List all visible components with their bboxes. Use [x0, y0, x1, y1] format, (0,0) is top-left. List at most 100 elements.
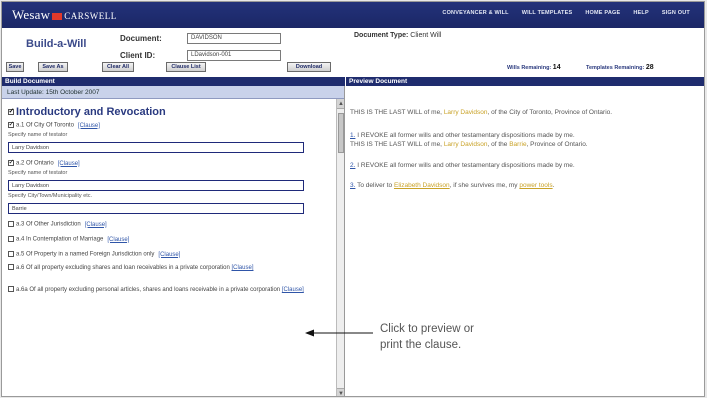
client-id-label: Client ID: [120, 51, 156, 60]
option-a1-checkbox[interactable] [8, 120, 14, 128]
option-a6a-clause-link[interactable]: [Clause] [282, 287, 304, 293]
option-a4-clause-link[interactable]: [Clause] [107, 237, 129, 243]
option-a4-label: a.4 In Contemplation of Marriage [16, 236, 104, 243]
section-title: Introductory and Revocation [8, 106, 166, 118]
preview-p5-number[interactable]: 3. [350, 182, 355, 189]
preview-p3-city: Barrie [509, 141, 527, 148]
preview-p3-text-a: THIS IS THE LAST WILL of me, [350, 141, 442, 148]
option-a6a-checkbox[interactable] [8, 286, 14, 293]
option-a6-checkbox[interactable] [8, 264, 14, 271]
document-type: Document Type: Client Will [354, 32, 441, 39]
option-a3-label: a.3 Of Other Jurisdiction [16, 221, 81, 228]
scroll-up-icon[interactable]: ▲ [337, 99, 344, 109]
preview-p5-text-c: . [552, 182, 555, 189]
top-banner: Wesaw CARSWELL CONVEYANCER & WILL WILL TE… [2, 2, 704, 28]
option-a1-label: a.1 Of City Of Toronto [16, 122, 74, 129]
preview-p3-name: Larry Davidson [443, 141, 488, 148]
preview-p4-text: I REVOKE all former wills and other test… [357, 162, 575, 169]
preview-p5-item: power tools [519, 182, 553, 189]
document-field[interactable]: DAVIDSON [187, 33, 281, 44]
templates-remaining-value: 28 [645, 64, 654, 71]
option-a5-checkbox[interactable] [8, 251, 14, 257]
option-a6: a.6 Of all property excluding shares and… [8, 264, 330, 272]
nav-link-will-templates[interactable]: WILL TEMPLATES [522, 10, 573, 16]
templates-remaining-label: Templates Remaining: [586, 65, 645, 71]
option-a3-checkbox[interactable] [8, 221, 14, 227]
app-window: Wesaw CARSWELL CONVEYANCER & WILL WILL TE… [1, 1, 705, 397]
city-caption: Specify City/Town/Municipality etc. [8, 193, 93, 199]
preview-p1-text-b: , of the City of Toronto, Province of On… [487, 109, 613, 116]
westlaw-carswell-logo: Wesaw CARSWELL [12, 7, 117, 23]
templates-remaining: Templates Remaining: 28 [586, 64, 654, 71]
build-document-header: Build Document [2, 77, 345, 86]
preview-p3-text-c: , Province of Ontario. [526, 141, 588, 148]
option-a2: a.2 Of Ontario [Clause] [8, 158, 80, 167]
preview-p3-text-b: , of the [487, 141, 508, 148]
option-a1: a.1 Of City Of Toronto [Clause] [8, 120, 100, 129]
save-button[interactable]: Save [6, 62, 24, 72]
testator-name-caption-1: Specify name of testator [8, 132, 68, 138]
option-a6-label: a.6 Of all property excluding shares and… [16, 265, 230, 271]
document-type-value: Client Will [410, 32, 442, 39]
preview-document-header: Preview Document [346, 77, 704, 86]
preview-paragraph-1: THIS IS THE LAST WILL of me, Larry David… [350, 108, 695, 117]
scroll-thumb[interactable] [338, 113, 344, 153]
logo-text-mid: aw [34, 7, 51, 22]
callout-arrow-icon [305, 329, 373, 337]
wills-remaining: Wills Remaining: 14 [507, 64, 561, 71]
option-a2-label: a.2 Of Ontario [16, 160, 54, 167]
nav-link-conveyancer[interactable]: CONVEYANCER & WILL [442, 10, 508, 16]
clause-list-button[interactable]: Clause List [166, 62, 206, 72]
preview-paragraph-3: THIS IS THE LAST WILL of me, Larry David… [350, 140, 695, 149]
option-a3: a.3 Of Other Jurisdiction [Clause] [8, 221, 107, 228]
preview-p1-name: Larry Davidson [443, 109, 488, 116]
option-a5: a.5 Of Property in a named Foreign Juris… [8, 251, 180, 258]
option-a5-label: a.5 Of Property in a named Foreign Juris… [16, 251, 155, 258]
last-update: Last Update: 15th October 2007 [2, 86, 344, 99]
scroll-down-icon[interactable]: ▼ [337, 388, 344, 396]
top-nav-links: CONVEYANCER & WILL WILL TEMPLATES HOME P… [442, 10, 690, 16]
option-a6a-label: a.6a Of all property excluding personal … [16, 287, 281, 293]
option-a4-checkbox[interactable] [8, 236, 14, 242]
logo-red-bar [52, 12, 63, 20]
option-a6-clause-link[interactable]: [Clause] [231, 265, 253, 271]
city-input[interactable]: Barrie [8, 203, 304, 214]
document-label: Document: [120, 34, 162, 43]
build-panel-scrollbar[interactable]: ▲ ▼ [336, 99, 344, 396]
download-button[interactable]: Download [287, 62, 331, 72]
option-a5-clause-link[interactable]: [Clause] [158, 252, 180, 258]
callout-annotation: Click to preview or print the clause. [380, 321, 474, 353]
option-a3-clause-link[interactable]: [Clause] [85, 222, 107, 228]
client-id-field[interactable]: LDavidson-001 [187, 50, 281, 61]
preview-paragraph-2: 1. I REVOKE all former wills and other t… [350, 131, 695, 140]
nav-link-help[interactable]: HELP [633, 10, 648, 16]
document-type-label: Document Type: [354, 32, 409, 39]
logo-text-left: Wes [12, 7, 35, 22]
option-a1-clause-link[interactable]: [Clause] [78, 123, 100, 129]
preview-p5-text-b: , if she survives me, my [449, 182, 518, 189]
save-as-button[interactable]: Save As [38, 62, 68, 72]
preview-paragraph-5: 3. To deliver to Elizabeth Davidson, if … [350, 181, 695, 190]
build-panel: Last Update: 15th October 2007 ▲ ▼ Intro… [2, 86, 345, 396]
preview-p2-number[interactable]: 1. [350, 132, 355, 139]
option-a6a: a.6a Of all property excluding personal … [8, 286, 330, 294]
testator-name-caption-2: Specify name of testator [8, 170, 68, 176]
nav-link-sign-out[interactable]: SIGN OUT [662, 10, 690, 16]
callout-line-2: print the clause. [380, 339, 462, 351]
callout-line-1: Click to preview or [380, 323, 474, 335]
preview-p5-name: Elizabeth Davidson [393, 182, 450, 189]
nav-link-home-page[interactable]: HOME PAGE [585, 10, 620, 16]
clear-all-button[interactable]: Clear All [102, 62, 134, 72]
section-checkbox[interactable] [8, 107, 14, 116]
logo-text-right: CARSWELL [64, 11, 117, 21]
preview-p4-number[interactable]: 2. [350, 162, 355, 169]
option-a2-clause-link[interactable]: [Clause] [58, 161, 80, 167]
testator-name-input-2[interactable]: Larry Davidson [8, 180, 304, 191]
preview-p1-text-a: THIS IS THE LAST WILL of me, [350, 109, 442, 116]
option-a2-checkbox[interactable] [8, 158, 14, 166]
preview-p5-text-a: To deliver to [357, 182, 393, 189]
option-a4: a.4 In Contemplation of Marriage [Clause] [8, 236, 129, 243]
section-title-text: Introductory and Revocation [16, 106, 166, 118]
app-title: Build-a-Will [26, 38, 87, 50]
testator-name-input-1[interactable]: Larry Davidson [8, 142, 304, 153]
